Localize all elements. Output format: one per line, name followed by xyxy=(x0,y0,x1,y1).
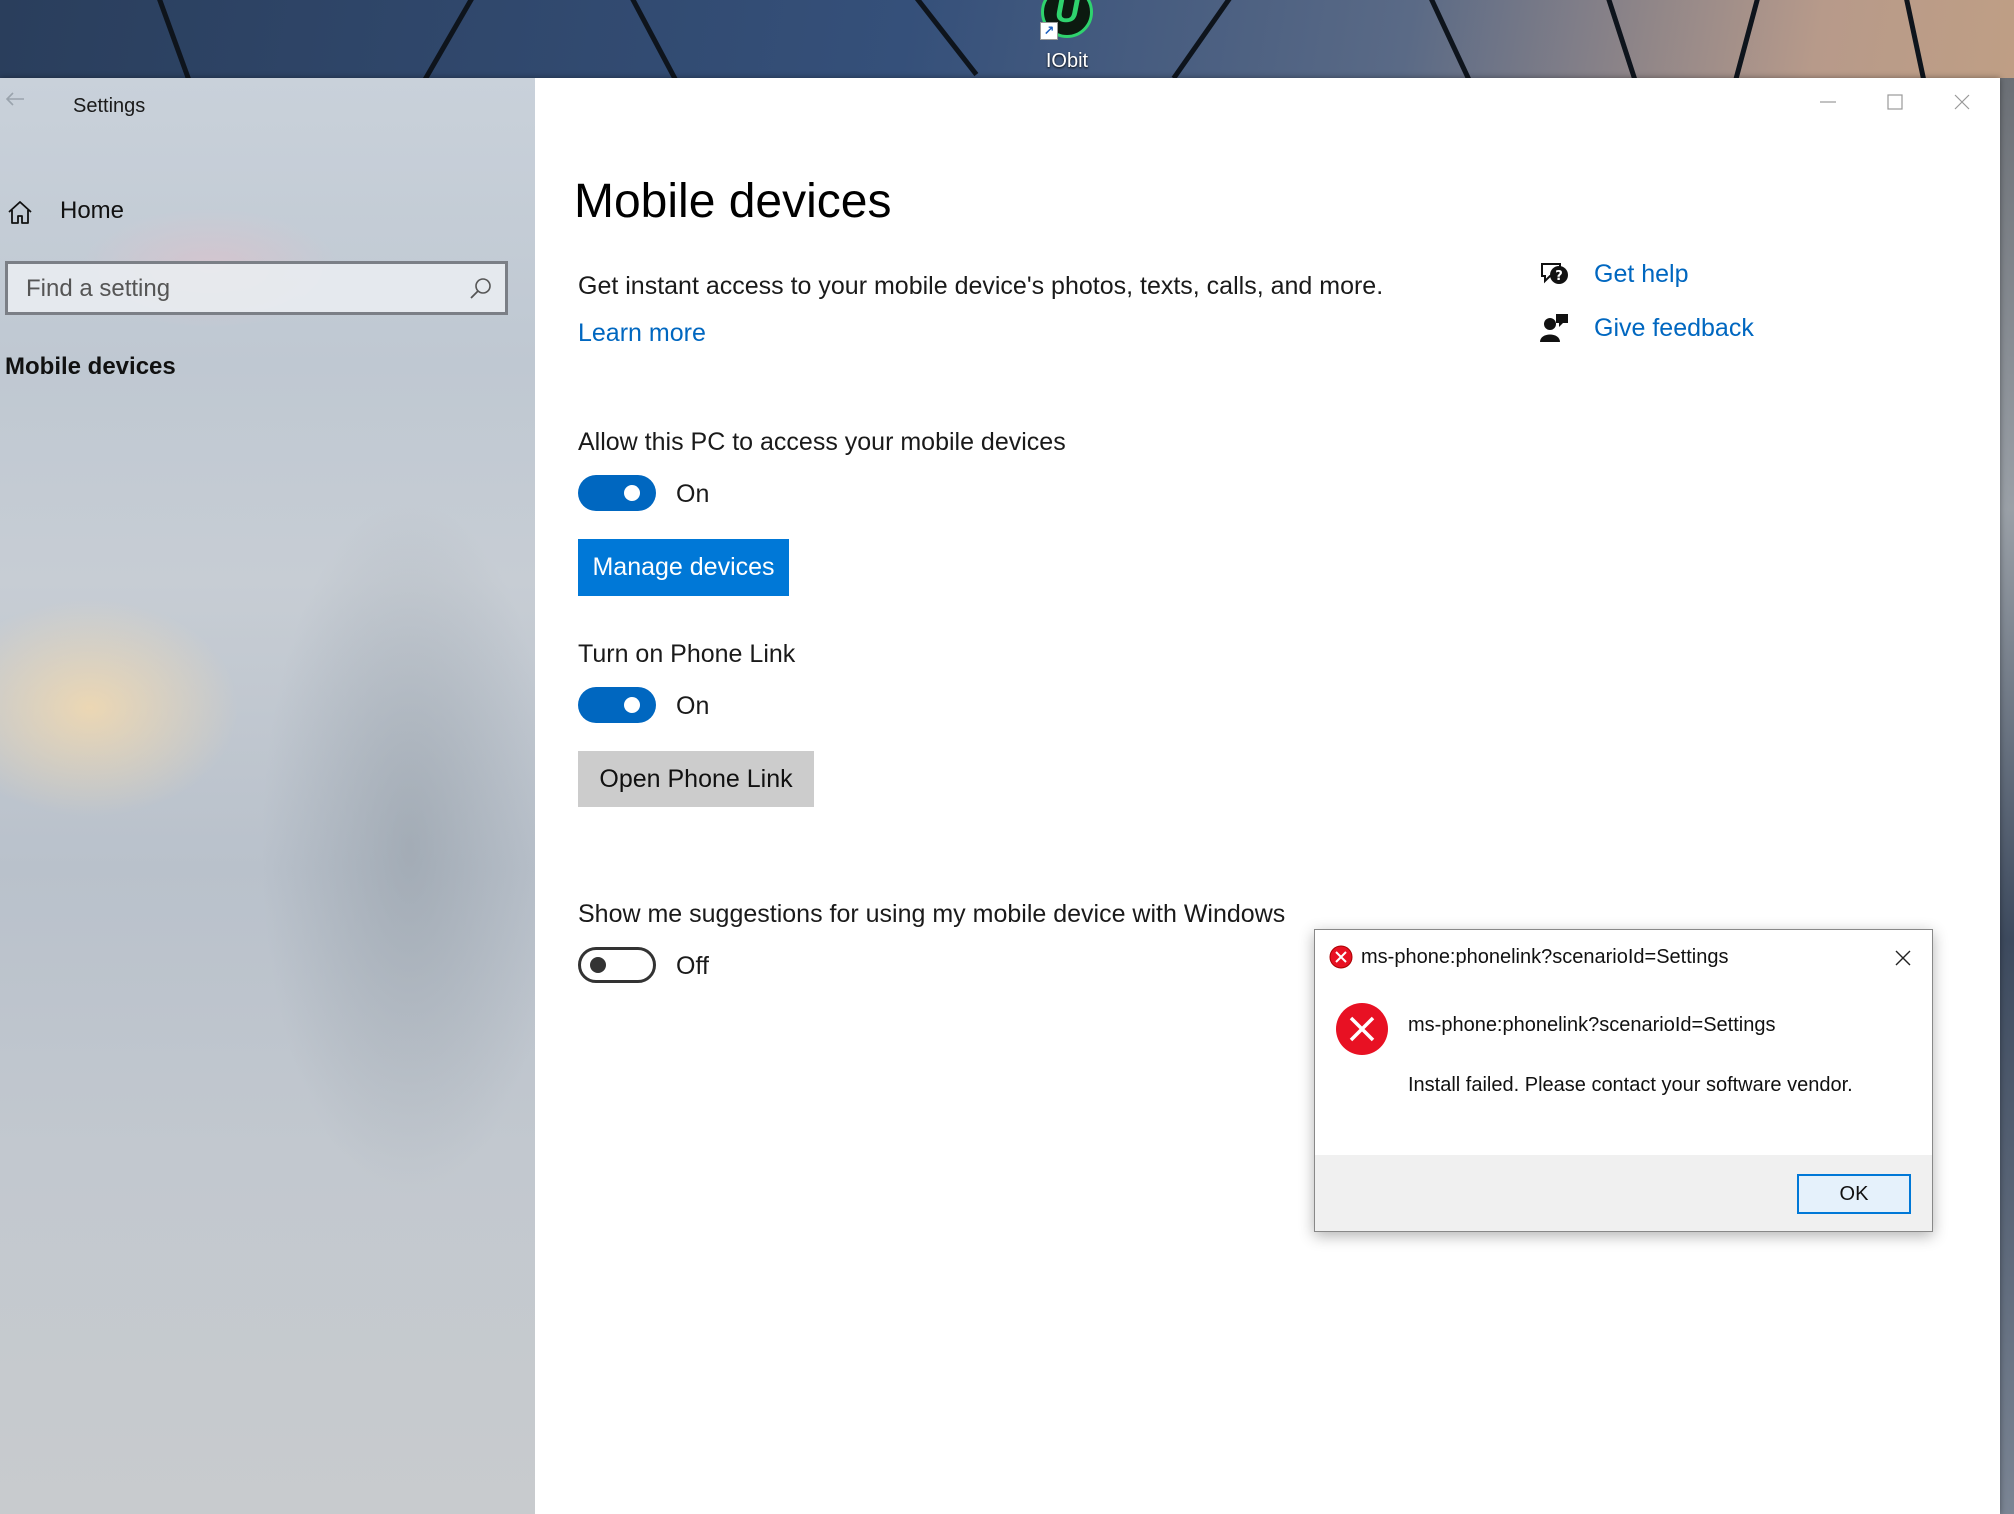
shortcut-arrow-icon: ↗ xyxy=(1040,22,1058,40)
close-icon xyxy=(1895,950,1911,966)
desktop-background-edge xyxy=(2000,78,2014,1514)
sidebar-item-mobile-devices[interactable]: Mobile devices xyxy=(5,353,176,381)
get-help-label: Get help xyxy=(1594,260,1689,288)
manage-devices-button[interactable]: Manage devices xyxy=(578,539,789,596)
suggestions-state: Off xyxy=(676,952,709,980)
get-help-link[interactable]: ? Get help xyxy=(1538,256,1838,292)
maximize-button[interactable] xyxy=(1862,78,1928,126)
give-feedback-link[interactable]: Give feedback xyxy=(1538,310,1838,346)
dialog-footer: OK xyxy=(1315,1155,1932,1231)
window-title: Settings xyxy=(73,95,146,117)
sidebar-item-home[interactable]: Home xyxy=(0,186,535,236)
search-icon[interactable] xyxy=(469,276,493,300)
dialog-message-body: Install failed. Please contact your soft… xyxy=(1408,1074,1853,1096)
phone-link-label: Turn on Phone Link xyxy=(578,640,796,668)
suggestions-toggle[interactable] xyxy=(578,947,656,983)
dialog-title: ms-phone:phonelink?scenarioId=Settings xyxy=(1361,946,1729,968)
phone-link-toggle[interactable] xyxy=(578,687,656,723)
dialog-close-button[interactable] xyxy=(1885,940,1921,976)
open-phone-link-button[interactable]: Open Phone Link xyxy=(578,751,814,807)
give-feedback-icon xyxy=(1540,314,1568,342)
suggestions-label: Show me suggestions for using my mobile … xyxy=(578,900,1286,928)
error-icon xyxy=(1336,1003,1388,1055)
dialog-message-title: ms-phone:phonelink?scenarioId=Settings xyxy=(1408,1014,1776,1036)
back-arrow-icon[interactable] xyxy=(4,88,28,112)
close-window-button[interactable] xyxy=(1929,78,1995,126)
toggle-knob xyxy=(590,957,606,973)
desktop-shortcut-label: IObit xyxy=(1045,50,1089,72)
search-input[interactable] xyxy=(24,274,458,304)
ok-button[interactable]: OK xyxy=(1797,1174,1911,1214)
page-title: Mobile devices xyxy=(574,175,892,228)
sidebar-item-home-label: Home xyxy=(60,197,125,224)
close-icon xyxy=(1954,94,1970,110)
allow-access-label: Allow this PC to access your mobile devi… xyxy=(578,428,1066,456)
get-help-icon: ? xyxy=(1541,263,1568,284)
search-box[interactable] xyxy=(5,261,508,315)
allow-access-toggle[interactable] xyxy=(578,475,656,511)
sidebar: Settings Home Mobile devices xyxy=(0,78,535,1514)
minimize-button[interactable] xyxy=(1795,78,1861,126)
minimize-icon xyxy=(1820,101,1836,103)
home-icon xyxy=(8,201,32,224)
desktop-shortcut-iobit[interactable]: U ↗ IObit xyxy=(1032,0,1102,78)
error-small-icon xyxy=(1329,945,1353,969)
give-feedback-label: Give feedback xyxy=(1594,314,1754,342)
phone-link-state: On xyxy=(676,692,710,720)
learn-more-link[interactable]: Learn more xyxy=(578,319,706,348)
allow-access-state: On xyxy=(676,480,710,508)
maximize-icon xyxy=(1887,94,1903,110)
page-description: Get instant access to your mobile device… xyxy=(578,272,1384,300)
settings-window: Settings Home Mobile devices Mobile devi… xyxy=(0,78,2000,1514)
toggle-knob xyxy=(624,697,640,713)
error-dialog: ms-phone:phonelink?scenarioId=Settings m… xyxy=(1314,929,1933,1232)
svg-text:?: ? xyxy=(1555,269,1563,284)
toggle-knob xyxy=(624,485,640,501)
